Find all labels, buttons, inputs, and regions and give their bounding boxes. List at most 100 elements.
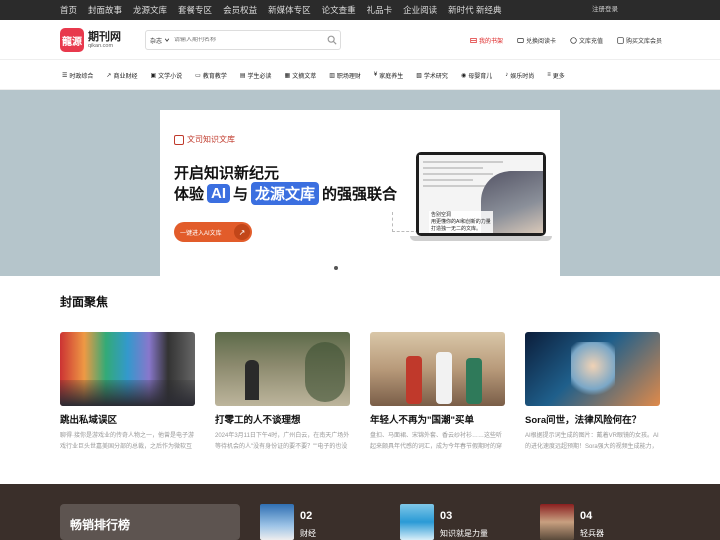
student-icon: ▤ <box>239 72 246 79</box>
rank-number: 04 <box>580 510 593 522</box>
category-business[interactable]: ↗ 商业财经 <box>106 71 137 80</box>
featured-card[interactable]: 跳出私域误区 聊得·接你是游戏业的传奇人物之一，他曾是电子游戏行业巨头世嘉美国分… <box>60 332 195 453</box>
top-nav-item-library[interactable]: 龙源文库 <box>133 4 167 16</box>
featured-title[interactable]: Sora问世，法律风险何在？ <box>525 412 660 426</box>
redeem-card-link[interactable]: 兑换阅读卡 <box>517 36 556 45</box>
featured-desc: 2024年3月11日下午4时，广州白云，在南天广场外等待机会的人"没有身份证的要… <box>215 433 350 450</box>
featured-desc: 盘扣、马面裙、宋锦外套、香云纱衬衫……这些听起来颇具年代感的词汇，成为今年春节假… <box>370 433 503 450</box>
carousel-dots <box>334 266 386 270</box>
featured-card[interactable]: Sora问世，法律风险何在？ AI根据提示词生成的图片：戴着VR眼镜的女孩。AI… <box>525 332 660 453</box>
library-chip: 龙源文库 <box>251 182 320 205</box>
carousel-dot[interactable] <box>374 266 378 270</box>
top-nav-item-home[interactable]: 首页 <box>60 4 77 16</box>
banner-brand: 文司知识文库 <box>174 134 235 145</box>
top-nav-item-gift-card[interactable]: 礼品卡 <box>367 4 393 16</box>
category-politics[interactable]: ☰ 时政综合 <box>62 71 93 80</box>
home-icon: ¥ <box>373 72 378 78</box>
featured-desc: AI根据提示词生成的图片：戴着VR眼镜的女孩。AI的进化速度远超预期！Sora强… <box>525 433 659 450</box>
category-family[interactable]: ¥ 家庭养生 <box>374 71 403 80</box>
featured-desc: 聊得·接你是游戏业的传奇人物之一，他曾是电子游戏行业巨头世嘉美国分部的总裁，之后… <box>60 433 194 450</box>
baby-icon: ◉ <box>460 72 467 79</box>
featured-thumbnail[interactable] <box>370 332 505 406</box>
featured-card[interactable]: 打零工的人不谈理想 2024年3月11日下午4时，广州白云，在南天广场外等待机会… <box>215 332 350 453</box>
category-literature[interactable]: ▣ 文学小说 <box>150 71 182 80</box>
category-more[interactable]: ≡ 更多 <box>547 71 565 80</box>
top-nav: 首页 封面故事 龙源文库 套餐专区 会员权益 新媒体专区 论文查重 礼品卡 企业… <box>60 0 513 20</box>
header: 龍源 期刊网 qikan.com 杂志 我的书架 兑换阅读卡 文库充值 <box>0 20 720 60</box>
arrow-up-right-icon: ↗ <box>234 224 250 240</box>
category-career[interactable]: ▥ 职场理财 <box>329 71 361 80</box>
login-link[interactable]: 注册登录 <box>592 0 618 20</box>
laptop-caption: 告别空洞 用更懂你的AI和创新的力量 打造独一无二的文库。 <box>429 211 493 233</box>
bestseller-tab[interactable]: 畅销排行榜 <box>60 504 240 540</box>
briefcase-icon: ▥ <box>329 72 335 79</box>
featured-section-title: 封面聚焦 <box>60 295 109 309</box>
featured-thumbnail[interactable] <box>525 332 660 406</box>
bestseller-title: 畅销排行榜 <box>70 518 131 532</box>
music-icon: ♪ <box>505 72 509 78</box>
book-icon: ▣ <box>150 72 157 79</box>
enter-ai-library-button[interactable]: 一键进入AI文库 ↗ <box>174 222 252 242</box>
site-logo[interactable]: 龍源 期刊网 qikan.com <box>60 28 121 52</box>
magazine-name[interactable]: 财经 <box>300 528 316 539</box>
carousel-dot[interactable] <box>342 266 346 270</box>
carousel-dot[interactable] <box>366 266 370 270</box>
card-icon <box>517 38 524 43</box>
bestseller-section: 畅销排行榜 02 财经 03 知识就是力量 04 轻兵器 <box>0 484 720 540</box>
magazine-cover[interactable] <box>260 504 294 540</box>
top-nav-item-new-media[interactable]: 新媒体专区 <box>268 4 311 16</box>
research-icon: ▧ <box>416 72 422 79</box>
featured-title[interactable]: 打零工的人不谈理想 <box>215 412 350 426</box>
more-icon: ≡ <box>547 72 551 78</box>
category-digest[interactable]: ▦ 文摘文萃 <box>285 71 317 80</box>
magazine-name[interactable]: 知识就是力量 <box>440 528 488 539</box>
logo-title: 期刊网 <box>88 30 121 43</box>
buy-vip-link[interactable]: 购买文库会员 <box>617 36 662 45</box>
top-nav-item-membership[interactable]: 会员权益 <box>223 4 257 16</box>
category-research[interactable]: ▧ 学术研究 <box>416 71 448 80</box>
teach-icon: ▭ <box>195 72 201 79</box>
carousel-dot[interactable] <box>382 266 386 270</box>
top-nav-item-new-era[interactable]: 新时代 新经典 <box>448 4 501 16</box>
carousel-dot[interactable] <box>334 266 338 270</box>
carousel-dot[interactable] <box>358 266 362 270</box>
featured-title[interactable]: 跳出私域误区 <box>60 412 195 426</box>
ai-chip: AI <box>207 184 231 203</box>
recharge-link[interactable]: 文库充值 <box>570 36 603 45</box>
bookshelf-icon <box>470 38 477 43</box>
search-category-select[interactable]: 杂志 <box>146 36 174 45</box>
brand-logo-icon <box>174 134 184 145</box>
category-parenting[interactable]: ◉ 母婴育儿 <box>461 71 492 80</box>
category-education[interactable]: ▭ 教育教学 <box>195 71 227 80</box>
category-entertainment[interactable]: ♪ 娱乐时尚 <box>505 71 534 80</box>
top-nav-item-enterprise[interactable]: 企业阅读 <box>403 4 437 16</box>
featured-title[interactable]: 年轻人不再为"国潮"买单 <box>370 412 505 426</box>
top-nav-item-packages[interactable]: 套餐专区 <box>178 4 212 16</box>
banner-headline: 开启知识新纪元 <box>174 165 280 182</box>
logo-subtitle: qikan.com <box>88 42 114 49</box>
banner-card[interactable]: 文司知识文库 开启知识新纪元 体验 AI 与 龙源文库 的强强联合 一键进入AI… <box>160 110 560 276</box>
featured-thumbnail[interactable] <box>215 332 350 406</box>
logo-mark: 龍源 <box>60 28 84 52</box>
search-button[interactable] <box>324 32 340 48</box>
magazine-cover[interactable] <box>540 504 574 540</box>
category-bar: ☰ 时政综合 ↗ 商业财经 ▣ 文学小说 ▭ 教育教学 ▤ 学生必读 ▦ 文摘文萃 ▥ 职场理… <box>0 60 720 90</box>
carousel-dot[interactable] <box>350 266 354 270</box>
search-icon <box>327 35 337 45</box>
rank-number: 02 <box>300 510 313 522</box>
magazine-name[interactable]: 轻兵器 <box>580 528 604 539</box>
top-nav-bar: 首页 封面故事 龙源文库 套餐专区 会员权益 新媒体专区 论文查重 礼品卡 企业… <box>0 0 720 20</box>
search-category-label: 杂志 <box>150 38 163 45</box>
search-input[interactable] <box>174 37 324 43</box>
category-student[interactable]: ▤ 学生必读 <box>240 71 272 80</box>
top-nav-item-plagiarism-check[interactable]: 论文查重 <box>322 4 356 16</box>
rank-number: 03 <box>440 510 453 522</box>
featured-card[interactable]: 年轻人不再为"国潮"买单 盘扣、马面裙、宋锦外套、香云纱衬衫……这些听起来颇具年… <box>370 332 505 453</box>
featured-thumbnail[interactable] <box>60 332 195 406</box>
header-links: 我的书架 兑换阅读卡 文库充值 购买文库会员 <box>470 36 676 45</box>
my-bookshelf-link[interactable]: 我的书架 <box>470 36 503 45</box>
list-icon: ☰ <box>62 72 68 79</box>
magazine-cover[interactable] <box>400 504 434 540</box>
top-nav-item-cover-story[interactable]: 封面故事 <box>88 4 122 16</box>
chevron-down-icon <box>164 38 170 42</box>
